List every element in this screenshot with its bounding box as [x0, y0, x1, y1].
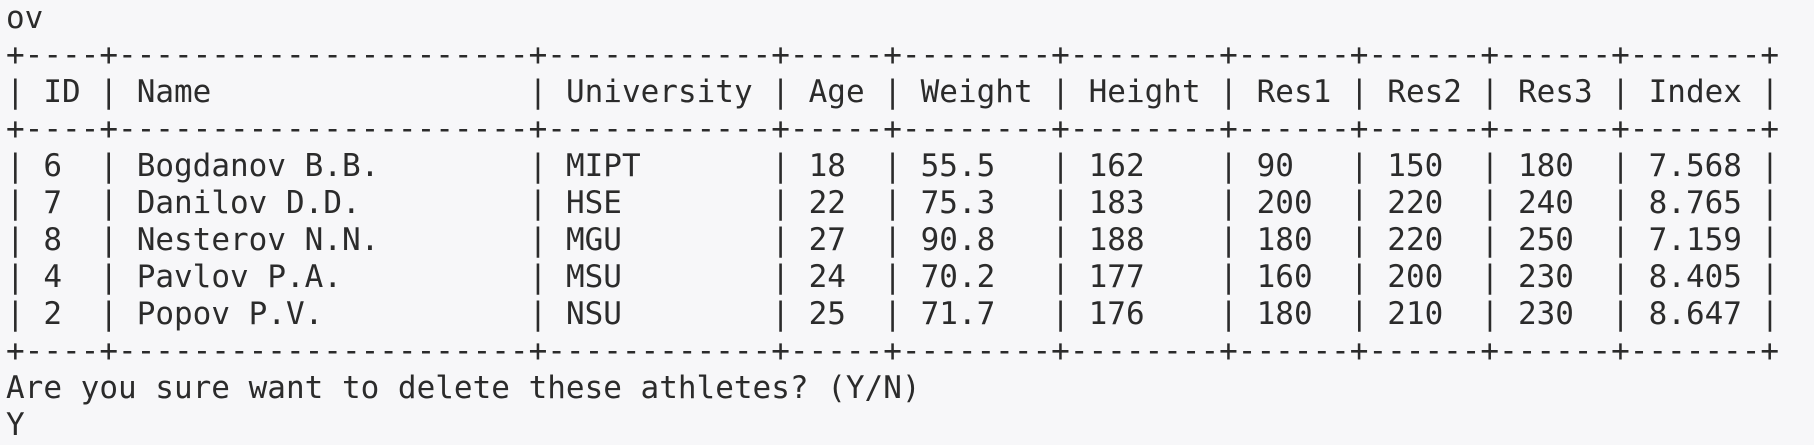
table-header-row: | ID | Name | University | Age | Weight …	[6, 74, 1780, 110]
table-cell: 71.7	[920, 296, 1052, 332]
table-row: | 4 | Pavlov P.A. | MSU | 24 | 70.2 | 17…	[6, 259, 1780, 295]
table-cell: 2	[43, 296, 100, 332]
table-cell: University	[565, 74, 772, 110]
table-header-border: +----+----------------------+-----------…	[6, 111, 1780, 147]
table-cell: 7	[43, 185, 100, 221]
table-cell: 160	[1256, 259, 1350, 295]
table-cell: 220	[1387, 222, 1481, 258]
table-cell: 22	[808, 185, 884, 221]
table-cell: HSE	[565, 185, 772, 221]
table-cell: 27	[808, 222, 884, 258]
table-cell: 230	[1517, 296, 1612, 332]
table-top-border: +----+----------------------+-----------…	[6, 37, 1780, 73]
table-cell: Name	[136, 74, 529, 110]
table-cell: 18	[808, 148, 884, 184]
table-cell: 180	[1256, 222, 1350, 258]
table-cell: 150	[1387, 148, 1481, 184]
table-row: | 8 | Nesterov N.N. | MGU | 27 | 90.8 | …	[6, 222, 1780, 258]
table-cell: 90	[1256, 148, 1350, 184]
table-row: | 7 | Danilov D.D. | HSE | 22 | 75.3 | 1…	[6, 185, 1780, 221]
previous-output-line: ov	[6, 0, 44, 36]
table-cell: NSU	[565, 296, 772, 332]
table-cell: 24	[808, 259, 884, 295]
table-cell: MSU	[565, 259, 772, 295]
table-cell: Danilov D.D.	[136, 185, 529, 221]
table-cell: MGU	[565, 222, 772, 258]
athletes-table: +----+----------------------+-----------…	[6, 37, 1814, 370]
table-row: | 6 | Bogdanov B.B. | MIPT | 18 | 55.5 |…	[6, 148, 1780, 184]
table-cell: Res3	[1517, 74, 1612, 110]
table-cell: Index	[1648, 74, 1761, 110]
table-cell: 177	[1088, 259, 1220, 295]
table-cell: 7.568	[1648, 148, 1761, 184]
table-cell: 4	[43, 259, 100, 295]
table-cell: 75.3	[920, 185, 1052, 221]
table-bottom-border: +----+----------------------+-----------…	[6, 333, 1780, 369]
table-cell: 8.647	[1648, 296, 1761, 332]
table-cell: 7.159	[1648, 222, 1761, 258]
table-cell: 183	[1088, 185, 1220, 221]
table-cell: 250	[1517, 222, 1612, 258]
table-cell: Age	[808, 74, 884, 110]
table-cell: Res2	[1387, 74, 1481, 110]
terminal-window[interactable]: ov +----+----------------------+--------…	[0, 0, 1814, 445]
table-cell: 8.405	[1648, 259, 1761, 295]
table-cell: 188	[1088, 222, 1220, 258]
table-cell: 230	[1517, 259, 1612, 295]
table-cell: Height	[1088, 74, 1220, 110]
table-cell: 200	[1387, 259, 1481, 295]
confirmation-input[interactable]: Y	[6, 407, 1814, 444]
table-cell: 176	[1088, 296, 1220, 332]
table-cell: ID	[43, 74, 100, 110]
delete-confirmation-prompt: Are you sure want to delete these athlet…	[6, 370, 921, 406]
table-cell: 210	[1387, 296, 1481, 332]
table-cell: Pavlov P.A.	[136, 259, 529, 295]
table-cell: MIPT	[565, 148, 772, 184]
table-cell: Bogdanov B.B.	[136, 148, 529, 184]
table-cell: Nesterov N.N.	[136, 222, 529, 258]
table-row: | 2 | Popov P.V. | NSU | 25 | 71.7 | 176…	[6, 296, 1780, 332]
table-cell: 6	[43, 148, 100, 184]
table-cell: 8	[43, 222, 100, 258]
table-cell: 70.2	[920, 259, 1052, 295]
table-cell: Popov P.V.	[136, 296, 529, 332]
table-cell: 55.5	[920, 148, 1052, 184]
table-cell: Res1	[1256, 74, 1350, 110]
table-cell: 180	[1517, 148, 1612, 184]
table-cell: 200	[1256, 185, 1350, 221]
table-cell: 25	[808, 296, 884, 332]
table-cell: 240	[1517, 185, 1612, 221]
table-cell: 220	[1387, 185, 1481, 221]
table-cell: Weight	[920, 74, 1052, 110]
table-cell: 8.765	[1648, 185, 1761, 221]
table-cell: 180	[1256, 296, 1350, 332]
table-cell: 90.8	[920, 222, 1052, 258]
table-cell: 162	[1088, 148, 1220, 184]
